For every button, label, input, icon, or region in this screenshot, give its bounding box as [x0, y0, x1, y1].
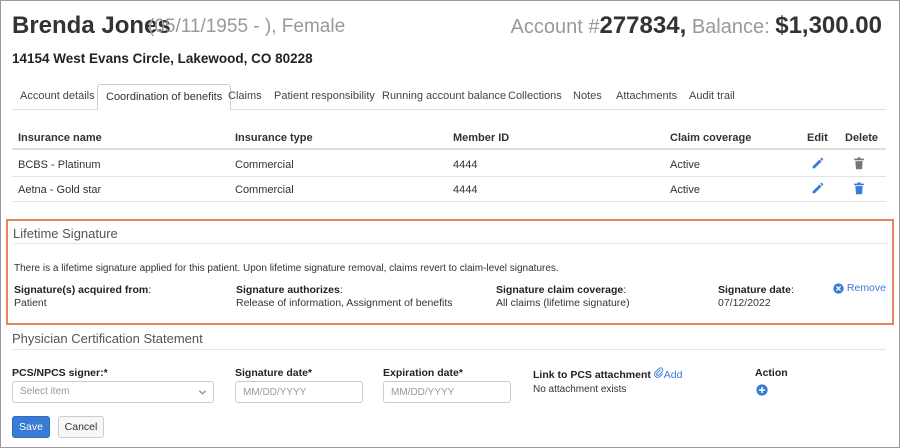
col-insurance-name: Insurance name [18, 132, 102, 144]
pcs-attachment-label: Link to PCS attachment Add [533, 367, 682, 381]
authorizes-value: Release of information, Assignment of be… [236, 297, 453, 309]
balance-label: Balance: [691, 16, 770, 38]
account-summary: Account #277834, Balance: $1,300.00 [511, 12, 882, 40]
patient-address: 14154 West Evans Circle, Lakewood, CO 80… [12, 51, 313, 66]
insurance-type-cell: Commercial [235, 159, 294, 171]
plus-circle-icon[interactable] [756, 384, 768, 396]
patient-header: Brenda Jones (05/11/1955 - ), Female Acc… [12, 8, 886, 44]
tab-patient-responsibility[interactable]: Patient responsibility [266, 84, 383, 110]
account-prefix: Account # [510, 16, 600, 38]
pencil-icon[interactable] [811, 157, 825, 171]
member-id-cell: 4444 [453, 159, 478, 171]
table-row: Aetna - Gold star Commercial 4444 Active [12, 177, 886, 202]
authorizes-label-text: Signature authorizes [236, 284, 340, 296]
pcs-signer-select[interactable]: Select item [12, 381, 214, 403]
insurance-type-cell: Commercial [235, 184, 294, 196]
lifetime-signature-description: There is a lifetime signature applied fo… [14, 263, 559, 274]
signature-date-value: 07/12/2022 [718, 297, 771, 309]
divider [14, 243, 888, 244]
action-label: Action [755, 367, 788, 379]
trash-icon[interactable] [853, 182, 867, 196]
pencil-icon[interactable] [811, 182, 825, 196]
tab-bar: Account details Coordination of benefits… [12, 84, 886, 110]
pcs-signer-placeholder: Select item [20, 386, 70, 397]
patient-name: Brenda Jones [12, 12, 171, 39]
tab-audit-trail[interactable]: Audit trail [681, 84, 743, 110]
acquired-from-label: Signature(s) acquired from: [14, 284, 152, 296]
col-claim-coverage: Claim coverage [670, 132, 752, 144]
account-number: 277834, [599, 12, 687, 39]
balance-value: $1,300.00 [775, 12, 882, 39]
remove-signature-link[interactable]: Remove [833, 282, 886, 294]
expiration-date-label: Expiration date* [383, 367, 463, 379]
save-button[interactable]: Save [12, 416, 50, 438]
claim-coverage-label: Signature claim coverage: [496, 284, 627, 296]
tab-running-account-balance[interactable]: Running account balance [374, 84, 514, 110]
claim-coverage-label-text: Signature claim coverage [496, 284, 624, 296]
claim-coverage-cell: Active [670, 159, 700, 171]
claim-coverage-value: All claims (lifetime signature) [496, 297, 630, 309]
acquired-from-value: Patient [14, 297, 47, 309]
lifetime-signature-title: Lifetime Signature [13, 226, 118, 241]
add-attachment-label: Add [663, 369, 683, 381]
tab-claims[interactable]: Claims [220, 84, 270, 110]
tab-coordination-of-benefits[interactable]: Coordination of benefits [97, 84, 232, 110]
chevron-down-icon [198, 390, 207, 395]
col-edit: Edit [807, 132, 828, 144]
pcs-attachment-label-text: Link to PCS attachment [533, 369, 651, 381]
expiration-date-input[interactable] [383, 381, 511, 403]
signature-date-field-label: Signature date* [235, 367, 313, 379]
tab-collections[interactable]: Collections [500, 84, 570, 110]
no-attachment-text: No attachment exists [533, 384, 627, 395]
tab-attachments[interactable]: Attachments [608, 84, 685, 110]
acquired-from-label-text: Signature(s) acquired from [14, 284, 149, 296]
lifetime-signature-panel: Lifetime Signature There is a lifetime s… [6, 219, 894, 325]
signature-date-label-text: Signature date [718, 284, 791, 296]
col-insurance-type: Insurance type [235, 132, 313, 144]
col-member-id: Member ID [453, 132, 510, 144]
authorizes-label: Signature authorizes: [236, 284, 343, 296]
remove-label: Remove [846, 282, 886, 294]
pcs-title: Physician Certification Statement [12, 331, 203, 346]
tab-account-details[interactable]: Account details [12, 84, 103, 110]
table-row: BCBS - Platinum Commercial 4444 Active [12, 152, 886, 177]
divider [12, 349, 886, 350]
insurance-name-cell: BCBS - Platinum [18, 159, 101, 171]
patient-dob-gender: (05/11/1955 - ), Female [148, 16, 346, 37]
remove-circle-icon [833, 282, 844, 294]
col-delete: Delete [845, 132, 879, 144]
cancel-button[interactable]: Cancel [58, 416, 104, 438]
pcs-signer-label: PCS/NPCS signer:* [12, 367, 108, 379]
insurance-table-header: Insurance name Insurance type Member ID … [12, 126, 886, 150]
signature-date-input[interactable] [235, 381, 363, 403]
trash-icon[interactable] [853, 157, 867, 171]
paperclip-icon [653, 367, 663, 378]
member-id-cell: 4444 [453, 184, 478, 196]
tab-notes[interactable]: Notes [565, 84, 610, 110]
insurance-name-cell: Aetna - Gold star [18, 184, 102, 196]
signature-date-label: Signature date: [718, 284, 794, 296]
add-attachment-link[interactable]: Add [653, 367, 683, 381]
claim-coverage-cell: Active [670, 184, 700, 196]
